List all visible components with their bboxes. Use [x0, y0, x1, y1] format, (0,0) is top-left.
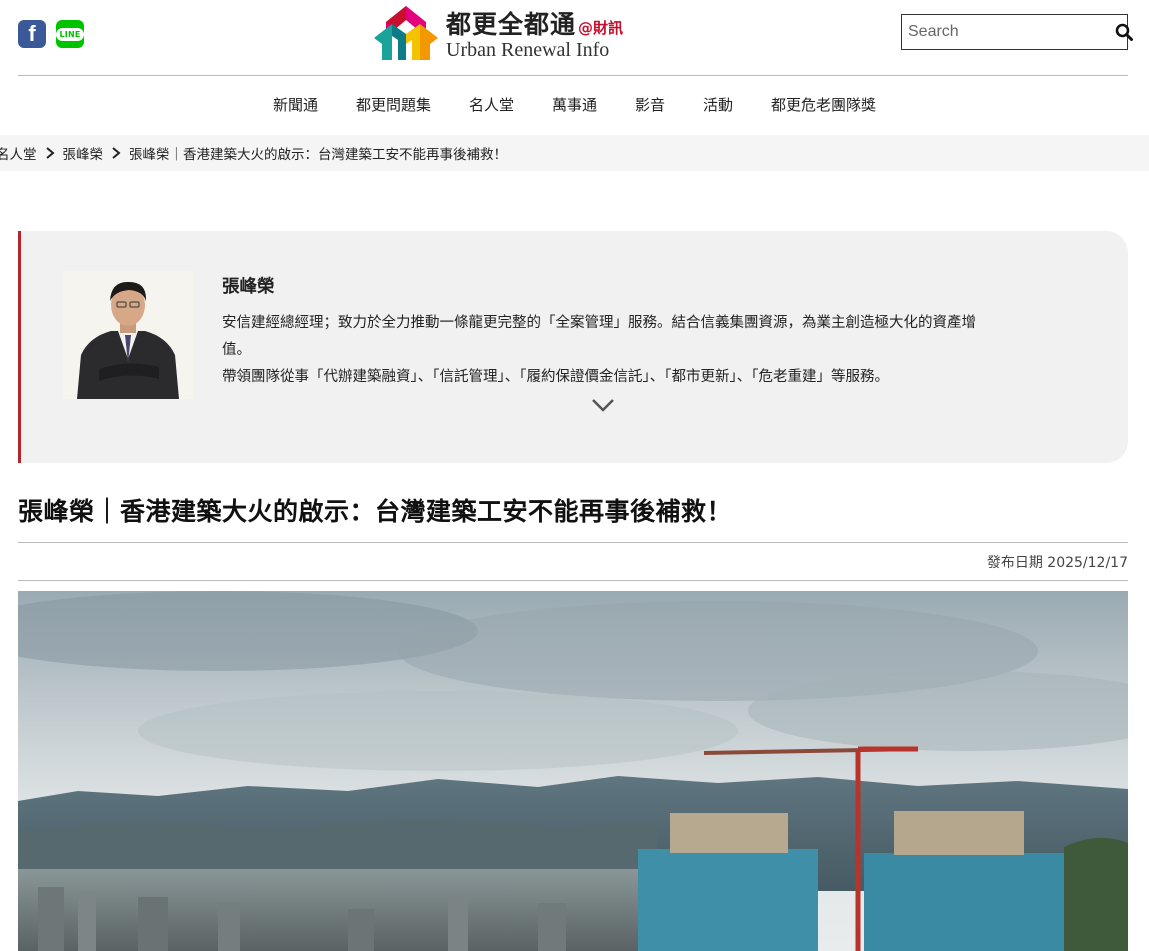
search-button[interactable] — [1115, 15, 1133, 49]
author-avatar — [63, 271, 193, 399]
logo-tag: @財訊 — [578, 18, 624, 37]
search-icon — [1115, 23, 1133, 41]
site-logo[interactable]: 都更全都通 @財訊 Urban Renewal Info — [372, 4, 626, 62]
breadcrumb-item-current: 張峰榮｜香港建築大火的啟示：台灣建築工安不能再事後補救！ — [129, 147, 507, 163]
logo-subtitle: Urban Renewal Info — [446, 38, 610, 61]
breadcrumb: 名人堂 張峰榮 張峰榮｜香港建築大火的啟示：台灣建築工安不能再事後補救！ — [0, 135, 1149, 171]
logo-house-icon — [374, 6, 438, 60]
line-icon[interactable]: LINE — [56, 20, 84, 48]
publish-date-value: 2025/12/17 — [1047, 555, 1128, 571]
social-links: f LINE — [18, 20, 84, 48]
author-bio-line: 帶領團隊從事「代辦建築融資」、「信託管理」、「履約保證價金信託」、「都市更新」、… — [222, 369, 889, 385]
line-icon-label: LINE — [56, 27, 84, 41]
nav-item-events[interactable]: 活動 — [703, 92, 733, 120]
article-title: 張峰榮｜香港建築大火的啟示：台灣建築工安不能再事後補救！ — [18, 497, 733, 526]
nav-item-faq[interactable]: 都更問題集 — [356, 92, 431, 120]
date-divider — [18, 580, 1128, 581]
header-divider — [18, 75, 1128, 76]
author-bio: 安信建經總經理；致力於全力推動一條龍更完整的「全案管理」服務。結合信義集團資源，… — [222, 310, 982, 391]
site-header: f LINE 都更全都通 @財訊 Urban Renewal Info — [0, 0, 1149, 76]
author-name: 張峰榮 — [222, 277, 275, 297]
expand-bio-button[interactable] — [591, 397, 615, 416]
search-input[interactable] — [902, 15, 1115, 49]
chevron-right-icon — [45, 147, 55, 159]
title-divider — [18, 542, 1128, 543]
logo-text: 都更全都通 @財訊 Urban Renewal Info — [446, 5, 623, 62]
publish-date: 發布日期 2025/12/17 — [987, 552, 1128, 572]
breadcrumb-item-hall-of-fame[interactable]: 名人堂 — [0, 143, 37, 163]
facebook-icon[interactable]: f — [18, 20, 46, 48]
hero-image — [18, 591, 1128, 951]
author-card: 張峰榮 安信建經總經理；致力於全力推動一條龍更完整的「全案管理」服務。結合信義集… — [18, 231, 1128, 463]
chevron-right-icon — [111, 147, 121, 159]
author-bio-line: 安信建經總經理；致力於全力推動一條龍更完整的「全案管理」服務。結合信義集團資源，… — [222, 315, 976, 358]
search-box — [901, 14, 1133, 50]
chevron-down-icon — [592, 399, 614, 412]
nav-item-team-award[interactable]: 都更危老團隊獎 — [771, 92, 876, 120]
logo-title: 都更全都通 — [446, 9, 577, 39]
breadcrumb-item-author[interactable]: 張峰榮 — [63, 143, 104, 163]
publish-date-label: 發布日期 — [986, 555, 1043, 571]
nav-item-news[interactable]: 新聞通 — [273, 92, 318, 120]
nav-item-video[interactable]: 影音 — [635, 92, 665, 120]
nav-item-know-all[interactable]: 萬事通 — [552, 92, 597, 120]
main-nav: 新聞通 都更問題集 名人堂 萬事通 影音 活動 都更危老團隊獎 — [0, 92, 1149, 120]
nav-item-hall-of-fame[interactable]: 名人堂 — [469, 92, 514, 120]
